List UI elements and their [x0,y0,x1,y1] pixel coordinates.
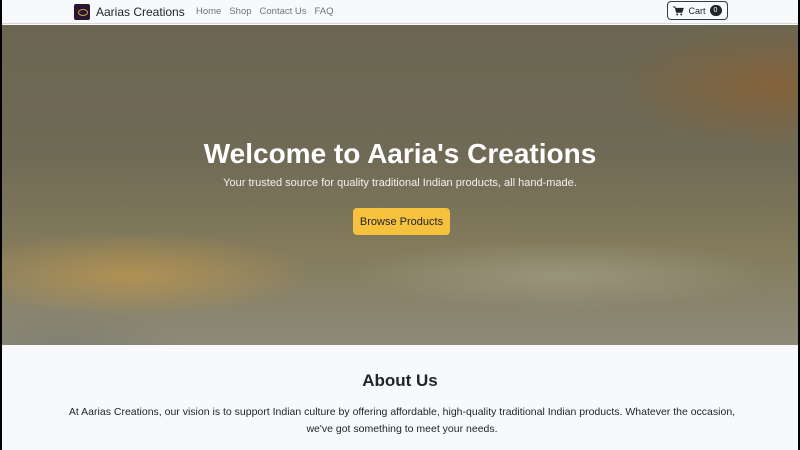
about-title: About Us [362,371,438,390]
hero-banner: Welcome to Aaria's Creations Your truste… [2,25,798,345]
screen-frame: Aarias Creations Home Shop Contact Us FA… [0,0,800,450]
nav-links: Home Shop Contact Us FAQ [196,0,334,22]
cart-count-badge: 0 [709,5,722,16]
about-section: About Us At Aarias Creations, our vision… [2,345,798,450]
navbar: Aarias Creations Home Shop Contact Us FA… [2,0,798,24]
shopping-cart-icon [673,5,685,15]
brand-link[interactable]: Aarias Creations [74,2,185,22]
brand-logo-icon [74,4,90,20]
page: Aarias Creations Home Shop Contact Us FA… [2,0,798,450]
browse-products-button[interactable]: Browse Products [353,208,450,235]
hero-title: Welcome to Aaria's Creations [203,138,597,169]
nav-link-home[interactable]: Home [196,6,221,17]
cart-label: Cart [688,5,706,16]
about-text: At Aarias Creations, our vision is to su… [68,406,736,435]
cart-button[interactable]: Cart 0 [667,1,728,20]
nav-link-shop[interactable]: Shop [229,6,251,17]
brand-name: Aarias Creations [96,5,185,19]
nav-link-contact-us[interactable]: Contact Us [260,6,307,17]
nav-link-faq[interactable]: FAQ [315,6,334,17]
hero-subtitle: Your trusted source for quality traditio… [223,177,577,189]
